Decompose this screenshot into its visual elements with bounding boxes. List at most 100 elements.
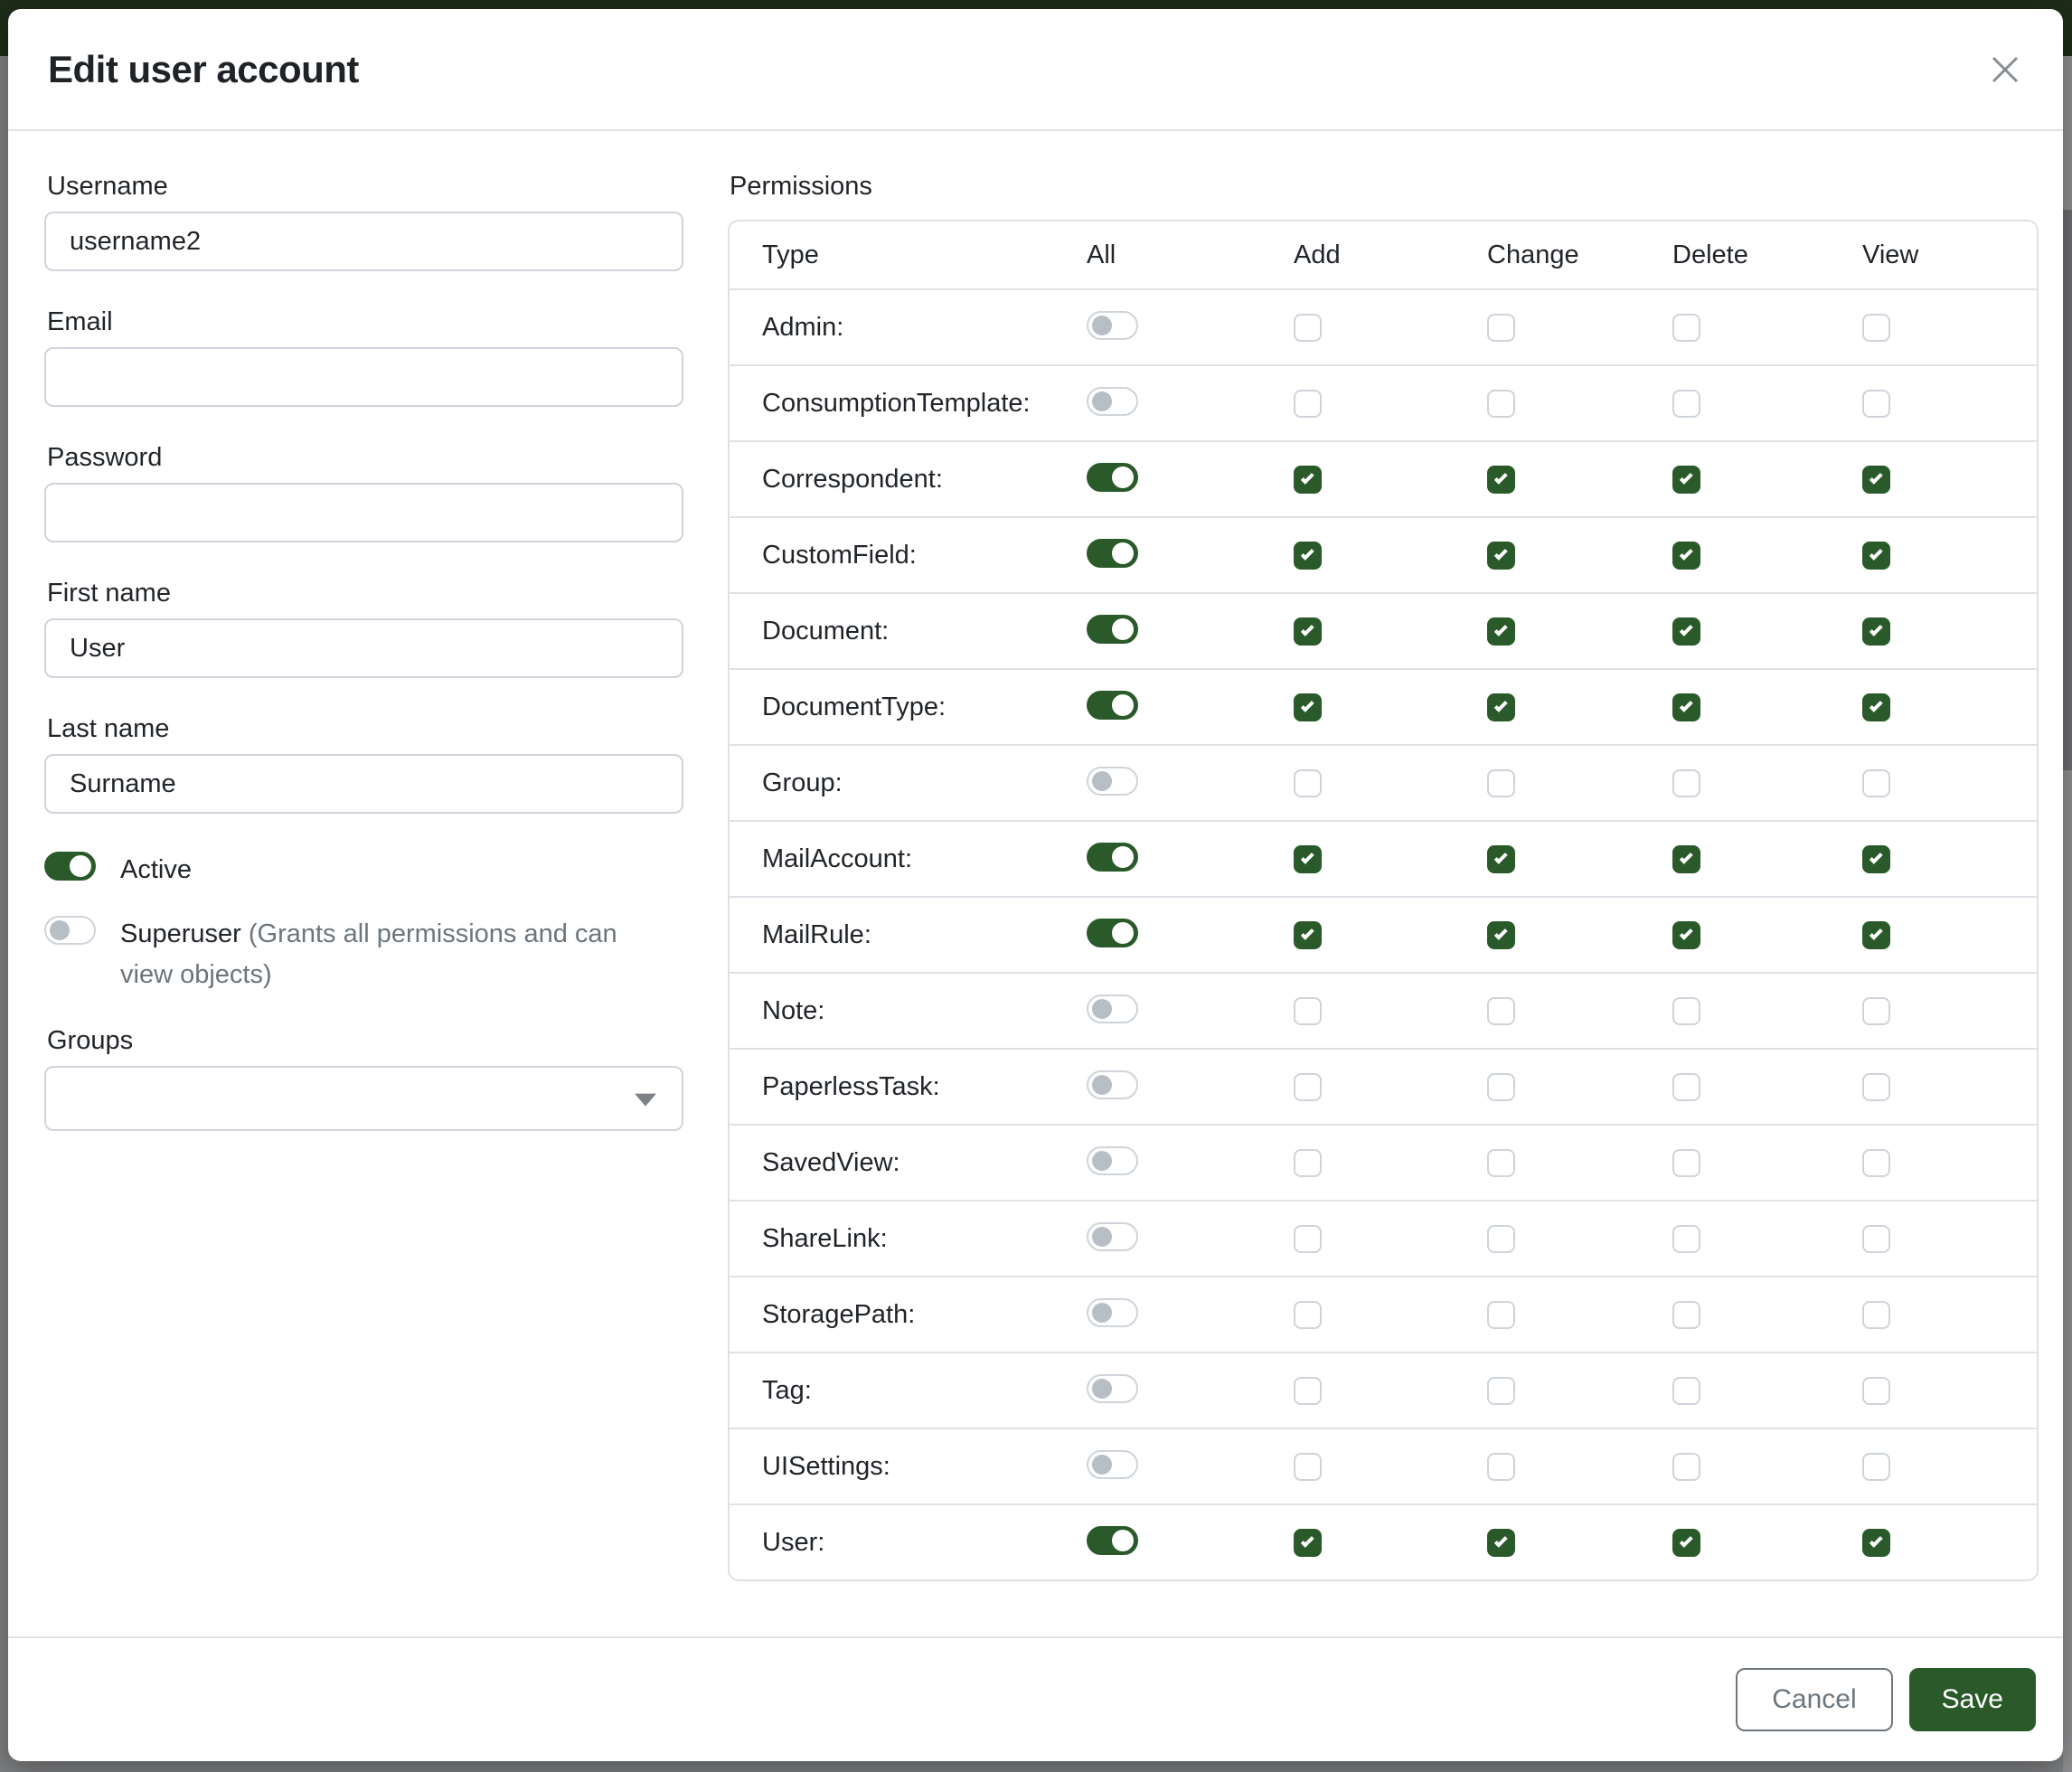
permission-change-checkbox[interactable] bbox=[1487, 390, 1515, 418]
permission-all-switch[interactable] bbox=[1087, 1070, 1138, 1099]
permission-add-checkbox[interactable] bbox=[1294, 1529, 1322, 1557]
permission-all-switch[interactable] bbox=[1087, 994, 1138, 1023]
permission-delete-checkbox[interactable] bbox=[1672, 466, 1700, 494]
permission-add-checkbox[interactable] bbox=[1294, 542, 1322, 570]
permission-change-checkbox[interactable] bbox=[1487, 1301, 1515, 1329]
permission-delete-checkbox[interactable] bbox=[1672, 314, 1700, 342]
permission-delete-checkbox[interactable] bbox=[1672, 390, 1700, 418]
permission-view-checkbox[interactable] bbox=[1862, 769, 1890, 797]
permission-view-checkbox[interactable] bbox=[1862, 1225, 1890, 1253]
permission-view-checkbox[interactable] bbox=[1862, 1453, 1890, 1481]
email-input[interactable] bbox=[44, 347, 683, 407]
permission-view-checkbox[interactable] bbox=[1862, 845, 1890, 873]
permission-add-checkbox[interactable] bbox=[1294, 693, 1322, 721]
permission-all-switch[interactable] bbox=[1087, 691, 1138, 720]
permission-view-checkbox[interactable] bbox=[1862, 314, 1890, 342]
permission-change-checkbox[interactable] bbox=[1487, 542, 1515, 570]
permission-delete-checkbox[interactable] bbox=[1672, 542, 1700, 570]
permission-delete-checkbox[interactable] bbox=[1672, 617, 1700, 646]
permission-add-checkbox[interactable] bbox=[1294, 617, 1322, 646]
permission-all-switch[interactable] bbox=[1087, 1374, 1138, 1403]
permission-all-switch[interactable] bbox=[1087, 1222, 1138, 1251]
permission-all-switch[interactable] bbox=[1087, 1298, 1138, 1327]
permission-add-checkbox[interactable] bbox=[1294, 769, 1322, 797]
permission-all-switch[interactable] bbox=[1087, 311, 1138, 340]
permission-view-checkbox[interactable] bbox=[1862, 1377, 1890, 1405]
permission-delete-checkbox[interactable] bbox=[1672, 1073, 1700, 1101]
permission-all-switch[interactable] bbox=[1087, 843, 1138, 872]
permission-delete-checkbox[interactable] bbox=[1672, 1225, 1700, 1253]
permission-delete-checkbox[interactable] bbox=[1672, 997, 1700, 1025]
permission-all-switch[interactable] bbox=[1087, 539, 1138, 568]
permission-all-switch[interactable] bbox=[1087, 387, 1138, 416]
permission-add-checkbox[interactable] bbox=[1294, 1149, 1322, 1177]
permission-delete-checkbox[interactable] bbox=[1672, 1453, 1700, 1481]
permission-add-checkbox[interactable] bbox=[1294, 1301, 1322, 1329]
permission-delete-checkbox[interactable] bbox=[1672, 845, 1700, 873]
permission-add-checkbox[interactable] bbox=[1294, 1225, 1322, 1253]
permission-change-checkbox[interactable] bbox=[1487, 314, 1515, 342]
permission-add-checkbox[interactable] bbox=[1294, 997, 1322, 1025]
page-scrollbar[interactable] bbox=[2063, 56, 2072, 1772]
permission-view-checkbox[interactable] bbox=[1862, 997, 1890, 1025]
active-label: Active bbox=[120, 855, 192, 884]
permission-add-checkbox[interactable] bbox=[1294, 1073, 1322, 1101]
permission-view-checkbox[interactable] bbox=[1862, 1149, 1890, 1177]
save-button[interactable]: Save bbox=[1909, 1668, 2036, 1731]
permission-change-checkbox[interactable] bbox=[1487, 1149, 1515, 1177]
password-input[interactable] bbox=[44, 483, 683, 542]
permission-change-checkbox[interactable] bbox=[1487, 1377, 1515, 1405]
permission-delete-checkbox[interactable] bbox=[1672, 921, 1700, 949]
permission-change-checkbox[interactable] bbox=[1487, 1073, 1515, 1101]
permission-delete-checkbox[interactable] bbox=[1672, 769, 1700, 797]
permission-all-switch[interactable] bbox=[1087, 767, 1138, 796]
permission-view-checkbox[interactable] bbox=[1862, 1073, 1890, 1101]
permission-change-checkbox[interactable] bbox=[1487, 997, 1515, 1025]
permission-view-checkbox[interactable] bbox=[1862, 1301, 1890, 1329]
page-scrollbar-thumb[interactable] bbox=[2063, 210, 2072, 770]
permission-all-switch[interactable] bbox=[1087, 615, 1138, 644]
cancel-button[interactable]: Cancel bbox=[1736, 1668, 1892, 1731]
permission-change-checkbox[interactable] bbox=[1487, 921, 1515, 949]
permission-view-checkbox[interactable] bbox=[1862, 921, 1890, 949]
permission-add-checkbox[interactable] bbox=[1294, 314, 1322, 342]
permission-all-switch[interactable] bbox=[1087, 1526, 1138, 1555]
first-name-input[interactable] bbox=[44, 618, 683, 678]
permission-view-checkbox[interactable] bbox=[1862, 542, 1890, 570]
superuser-switch[interactable] bbox=[44, 916, 96, 945]
permission-view-checkbox[interactable] bbox=[1862, 466, 1890, 494]
permission-add-checkbox[interactable] bbox=[1294, 390, 1322, 418]
permission-add-checkbox[interactable] bbox=[1294, 1377, 1322, 1405]
permission-delete-checkbox[interactable] bbox=[1672, 1301, 1700, 1329]
permission-delete-checkbox[interactable] bbox=[1672, 693, 1700, 721]
permission-add-checkbox[interactable] bbox=[1294, 921, 1322, 949]
dialog-title: Edit user account bbox=[48, 48, 359, 91]
permission-delete-checkbox[interactable] bbox=[1672, 1529, 1700, 1557]
permission-all-switch[interactable] bbox=[1087, 463, 1138, 492]
permission-change-checkbox[interactable] bbox=[1487, 1453, 1515, 1481]
active-switch[interactable] bbox=[44, 852, 96, 881]
groups-select[interactable] bbox=[44, 1066, 683, 1131]
permission-change-checkbox[interactable] bbox=[1487, 1529, 1515, 1557]
permission-add-checkbox[interactable] bbox=[1294, 1453, 1322, 1481]
permission-change-checkbox[interactable] bbox=[1487, 769, 1515, 797]
permission-all-switch[interactable] bbox=[1087, 1146, 1138, 1175]
permission-view-checkbox[interactable] bbox=[1862, 693, 1890, 721]
permission-view-checkbox[interactable] bbox=[1862, 1529, 1890, 1557]
permission-add-checkbox[interactable] bbox=[1294, 845, 1322, 873]
last-name-input[interactable] bbox=[44, 754, 683, 814]
permission-change-checkbox[interactable] bbox=[1487, 617, 1515, 646]
permission-delete-checkbox[interactable] bbox=[1672, 1377, 1700, 1405]
permission-change-checkbox[interactable] bbox=[1487, 845, 1515, 873]
permission-change-checkbox[interactable] bbox=[1487, 466, 1515, 494]
permission-all-switch[interactable] bbox=[1087, 1450, 1138, 1479]
username-input[interactable] bbox=[44, 212, 683, 271]
permission-view-checkbox[interactable] bbox=[1862, 617, 1890, 646]
permission-view-checkbox[interactable] bbox=[1862, 390, 1890, 418]
permission-change-checkbox[interactable] bbox=[1487, 693, 1515, 721]
permission-change-checkbox[interactable] bbox=[1487, 1225, 1515, 1253]
permission-all-switch[interactable] bbox=[1087, 919, 1138, 947]
permission-delete-checkbox[interactable] bbox=[1672, 1149, 1700, 1177]
close-button[interactable] bbox=[1985, 50, 2025, 90]
permission-add-checkbox[interactable] bbox=[1294, 466, 1322, 494]
